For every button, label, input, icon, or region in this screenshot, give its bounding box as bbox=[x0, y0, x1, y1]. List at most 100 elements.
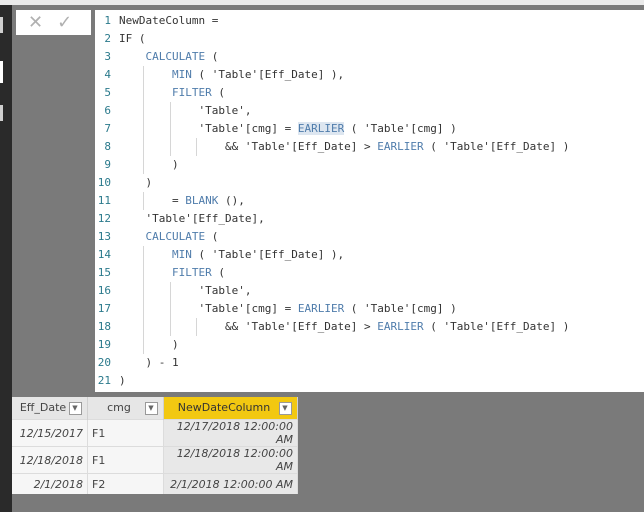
code-text: (), bbox=[218, 194, 245, 207]
code-text: IF ( bbox=[119, 32, 146, 45]
table-cell[interactable]: F2 bbox=[87, 473, 164, 494]
line-number: 19 bbox=[97, 338, 111, 351]
column-header-label: cmg bbox=[107, 401, 131, 415]
code-text: ( bbox=[205, 230, 219, 243]
table-cell[interactable]: F1 bbox=[87, 446, 164, 474]
indent-guide bbox=[196, 138, 198, 156]
table-cell[interactable]: 12/18/2018 bbox=[12, 446, 88, 474]
table-cell[interactable]: 2/1/2018 bbox=[12, 473, 88, 494]
line-number: 8 bbox=[104, 140, 111, 153]
code-line[interactable]: 2 IF ( bbox=[95, 30, 644, 48]
check-icon[interactable]: ✓ bbox=[57, 12, 72, 33]
column-header-eff-date[interactable]: Eff_Date ▼ bbox=[12, 397, 88, 420]
line-number: 5 bbox=[104, 86, 111, 99]
dax-function: MIN bbox=[171, 248, 192, 261]
indent-guide bbox=[196, 318, 198, 336]
dax-function: EARLIER bbox=[377, 320, 424, 333]
line-number: 15 bbox=[97, 266, 111, 279]
indent-guide bbox=[143, 120, 145, 138]
dax-function: CALCULATE bbox=[145, 50, 206, 63]
indent-guide bbox=[143, 66, 145, 84]
line-number: 4 bbox=[104, 68, 111, 81]
code-line[interactable]: 4 MIN ( 'Table'[Eff_Date] ), bbox=[95, 66, 644, 84]
indent-guide bbox=[169, 300, 171, 318]
code-text: ( bbox=[211, 266, 225, 279]
column-header-newdatecolumn[interactable]: NewDateColumn ▼ bbox=[163, 397, 298, 420]
code-line[interactable]: 10 ) bbox=[95, 174, 644, 192]
line-number: 12 bbox=[97, 212, 111, 225]
table-cell[interactable]: F1 bbox=[87, 419, 164, 447]
code-line[interactable]: 13 CALCULATE ( bbox=[95, 228, 644, 246]
code-line[interactable]: 9 ) bbox=[95, 156, 644, 174]
indent-guide bbox=[169, 138, 171, 156]
line-number: 9 bbox=[104, 158, 111, 171]
data-view-icon[interactable] bbox=[0, 61, 3, 83]
dax-function: EARLIER bbox=[297, 122, 345, 135]
formula-editor[interactable]: 1 NewDateColumn = 2 IF ( 3 CALCULATE (4 MIN … bbox=[95, 10, 644, 392]
line-number: 3 bbox=[104, 50, 111, 63]
line-number: 1 bbox=[104, 14, 111, 27]
table-row: 2/1/2018 F2 2/1/2018 12:00:00 AM bbox=[12, 473, 298, 494]
indent-guide bbox=[143, 336, 145, 354]
code-text: ( 'Table'[Eff_Date] ), bbox=[191, 68, 345, 81]
model-view-icon[interactable] bbox=[0, 105, 3, 121]
code-line[interactable]: 11 = BLANK (), bbox=[95, 192, 644, 210]
code-line[interactable]: 6 'Table', bbox=[95, 102, 644, 120]
code-line[interactable]: 15 FILTER ( bbox=[95, 264, 644, 282]
line-number: 10 bbox=[97, 176, 111, 189]
dax-function: EARLIER bbox=[377, 140, 424, 153]
x-icon[interactable]: ✕ bbox=[28, 12, 43, 33]
chevron-down-icon[interactable]: ▼ bbox=[278, 401, 292, 415]
table-row: 12/15/2017 F1 12/17/2018 12:00:00 AM bbox=[12, 419, 298, 447]
code-line[interactable]: 7 'Table'[cmg] = EARLIER ( 'Table'[cmg] … bbox=[95, 120, 644, 138]
top-strip bbox=[0, 0, 644, 5]
line-number: 7 bbox=[104, 122, 111, 135]
code-text: ( bbox=[211, 86, 225, 99]
column-header-cmg[interactable]: cmg ▼ bbox=[87, 397, 164, 420]
code-line[interactable]: 12 'Table'[Eff_Date], bbox=[95, 210, 644, 228]
chevron-down-icon[interactable]: ▼ bbox=[68, 401, 82, 415]
code-text: = bbox=[171, 194, 186, 207]
indent-guide bbox=[169, 282, 171, 300]
code-line[interactable]: 16 'Table', bbox=[95, 282, 644, 300]
line-number: 16 bbox=[97, 284, 111, 297]
code-text: 'Table'[cmg] = bbox=[198, 302, 298, 315]
code-line[interactable]: 8 && 'Table'[Eff_Date] > EARLIER ( 'Tabl… bbox=[95, 138, 644, 156]
indent-guide bbox=[143, 318, 145, 336]
table-cell[interactable]: 12/17/2018 12:00:00 AM bbox=[163, 419, 298, 447]
column-header-label: Eff_Date bbox=[19, 401, 67, 415]
code-text: 'Table'[cmg] = bbox=[198, 122, 298, 135]
dax-function: FILTER bbox=[171, 86, 212, 99]
code-line[interactable]: 19 ) bbox=[95, 336, 644, 354]
code-line[interactable]: 21) bbox=[95, 372, 644, 390]
code-text: ( 'Table'[Eff_Date] ) bbox=[423, 140, 570, 153]
table-row: 12/18/2018 F1 12/18/2018 12:00:00 AM bbox=[12, 446, 298, 474]
code-text: NewDateColumn = bbox=[119, 14, 219, 27]
code-line[interactable]: 18 && 'Table'[Eff_Date] > EARLIER ( 'Tab… bbox=[95, 318, 644, 336]
code-line[interactable]: 3 CALCULATE ( bbox=[95, 48, 644, 66]
table-cell[interactable]: 12/15/2017 bbox=[12, 419, 88, 447]
line-number: 2 bbox=[104, 32, 111, 45]
line-number: 13 bbox=[97, 230, 111, 243]
chevron-down-icon[interactable]: ▼ bbox=[144, 401, 158, 415]
line-number: 17 bbox=[97, 302, 111, 315]
code-line[interactable]: 1 NewDateColumn = bbox=[95, 12, 644, 30]
code-line[interactable]: 5 FILTER ( bbox=[95, 84, 644, 102]
line-number: 21 bbox=[97, 374, 111, 387]
indent-guide bbox=[143, 138, 145, 156]
indent-guide bbox=[143, 102, 145, 120]
dax-function: EARLIER bbox=[297, 302, 345, 315]
line-number: 14 bbox=[97, 248, 111, 261]
code-text: ) - 1 bbox=[145, 356, 179, 369]
formula-commit-controls: ✕ ✓ bbox=[16, 10, 91, 35]
line-number: 18 bbox=[97, 320, 111, 333]
code-line[interactable]: 17 'Table'[cmg] = EARLIER ( 'Table'[cmg]… bbox=[95, 300, 644, 318]
code-text: && 'Table'[Eff_Date] > bbox=[224, 320, 378, 333]
report-view-icon[interactable] bbox=[0, 17, 3, 33]
dax-function: FILTER bbox=[171, 266, 212, 279]
table-cell[interactable]: 12/18/2018 12:00:00 AM bbox=[163, 446, 298, 474]
code-line[interactable]: 20 ) - 1 bbox=[95, 354, 644, 372]
code-line[interactable]: 14 MIN ( 'Table'[Eff_Date] ), bbox=[95, 246, 644, 264]
column-header-label: NewDateColumn bbox=[177, 401, 271, 415]
table-cell[interactable]: 2/1/2018 12:00:00 AM bbox=[163, 473, 298, 494]
